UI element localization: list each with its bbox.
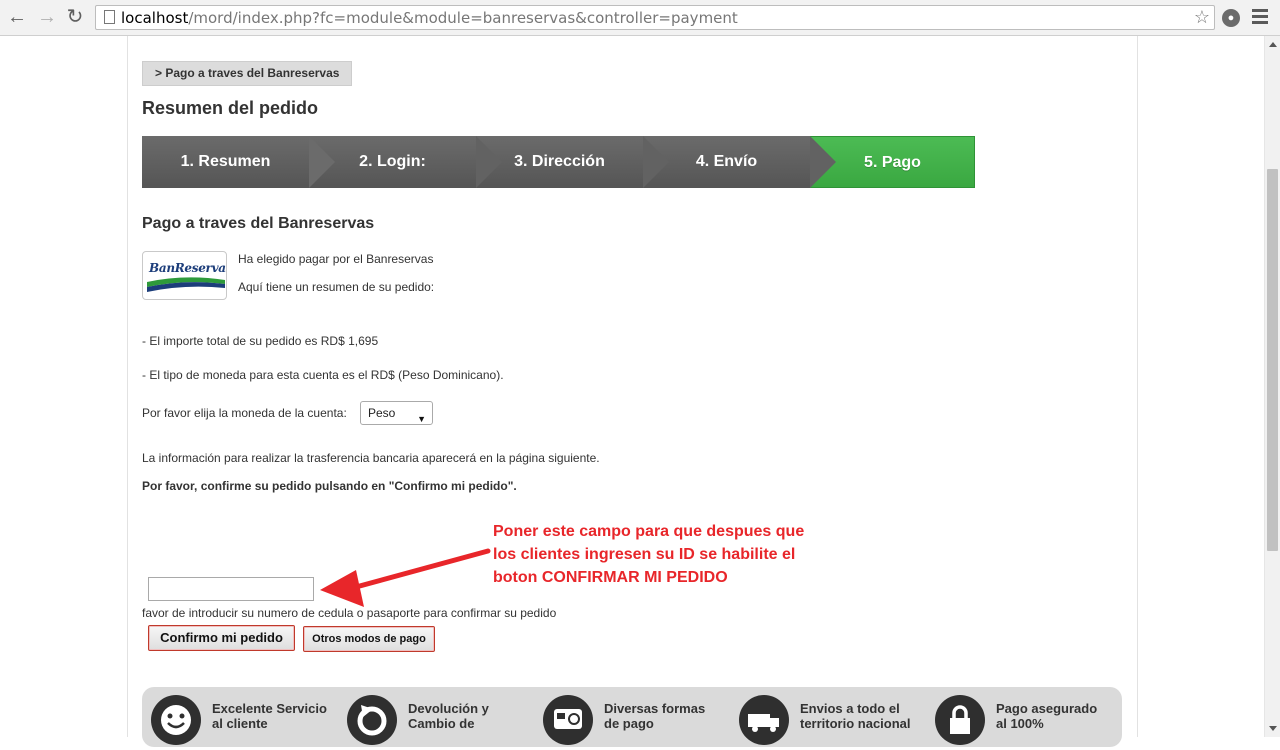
extension-icon[interactable]: ● <box>1222 9 1240 27</box>
feature-payment-methods: Diversas formas de pago <box>604 701 706 731</box>
step-chevron-icon <box>643 136 669 188</box>
step-label: 5. Pago <box>864 154 921 171</box>
dropdown-arrow-icon: ▼ <box>417 414 426 424</box>
choose-currency-label: Por favor elija la moneda de la cuenta: <box>142 406 347 420</box>
currency-select[interactable]: Peso ▼ <box>360 401 433 425</box>
browser-toolbar: ← → ↻ localhost/mord/index.php?fc=module… <box>0 0 1280 36</box>
bookmark-star-icon[interactable]: ☆ <box>1194 7 1210 28</box>
section-title: Pago a traves del Banreservas <box>142 215 375 232</box>
logo-swoosh-icon <box>147 277 225 292</box>
page-title: Resumen del pedido <box>142 98 319 118</box>
back-icon[interactable]: ← <box>6 6 28 28</box>
banreservas-logo: BanReservas <box>142 251 227 300</box>
annotation-line: los clientes ingresen su ID se habilite … <box>493 546 796 563</box>
card-icon <box>543 695 593 745</box>
menu-icon[interactable] <box>1252 9 1268 27</box>
address-bar[interactable]: localhost/mord/index.php?fc=module&modul… <box>95 5 1215 30</box>
scroll-down-icon[interactable] <box>1269 726 1277 731</box>
step-label: 2. Login: <box>359 153 426 170</box>
logo-text: BanReservas <box>149 261 227 275</box>
other-payment-methods-button[interactable]: Otros modos de pago <box>303 626 435 652</box>
step-chevron-icon <box>810 136 836 188</box>
checkout-steps: 1. Resumen 2. Login: 3. Dirección 4. Env… <box>142 136 975 188</box>
breadcrumb[interactable]: > Pago a traves del Banreservas <box>142 61 353 86</box>
feature-returns: Devolución y Cambio de <box>408 701 489 731</box>
annotation-line: Poner este campo para que despues que <box>493 523 805 540</box>
scrollbar-thumb[interactable] <box>1267 169 1278 551</box>
confirm-instruction-text: Por favor, confirme su pedido pulsando e… <box>142 479 517 493</box>
reload-icon[interactable]: ↻ <box>64 6 86 28</box>
id-input-help-text: favor de introducir su numero de cedula … <box>142 606 557 620</box>
vertical-scrollbar[interactable] <box>1264 36 1280 737</box>
next-page-info-text: La información para realizar la trasfere… <box>142 451 600 465</box>
forward-icon[interactable]: → <box>36 6 58 28</box>
intro-line-1: Ha elegido pagar por el Banreservas <box>238 252 434 266</box>
annotation-arrow-icon <box>320 548 491 607</box>
feature-service: Excelente Servicio al cliente <box>212 701 327 731</box>
step-chevron-icon <box>476 136 502 188</box>
confirm-order-button[interactable]: Confirmo mi pedido <box>148 625 295 651</box>
step-label: 1. Resumen <box>180 153 271 170</box>
order-total-text: - El importe total de su pedido es RD$ 1… <box>142 334 379 348</box>
currency-select-value: Peso <box>368 406 396 420</box>
feature-shipping: Envios a todo el territorio nacional <box>800 701 911 731</box>
scroll-up-icon[interactable] <box>1269 42 1277 47</box>
features-bar: Excelente Servicio al cliente Devolución … <box>142 687 1122 747</box>
page-icon <box>104 10 115 24</box>
step-resumen[interactable]: 1. Resumen <box>142 136 309 188</box>
url-text: localhost/mord/index.php?fc=module&modul… <box>121 9 738 27</box>
feature-secure-payment: Pago asegurado al 100% <box>996 701 1098 731</box>
step-label: 4. Envío <box>695 153 758 170</box>
annotation-note: Poner este campo para que despues que lo… <box>493 520 833 589</box>
truck-icon <box>739 695 789 745</box>
refresh-icon <box>347 695 397 745</box>
step-label: 3. Dirección <box>514 153 605 170</box>
smiley-icon <box>151 695 201 745</box>
currency-info-text: - El tipo de moneda para esta cuenta es … <box>142 368 504 382</box>
annotation-line: boton CONFIRMAR MI PEDIDO <box>493 569 728 586</box>
id-document-input[interactable] <box>148 577 314 601</box>
lock-icon <box>935 695 985 745</box>
intro-line-2: Aquí tiene un resumen de su pedido: <box>238 280 435 294</box>
